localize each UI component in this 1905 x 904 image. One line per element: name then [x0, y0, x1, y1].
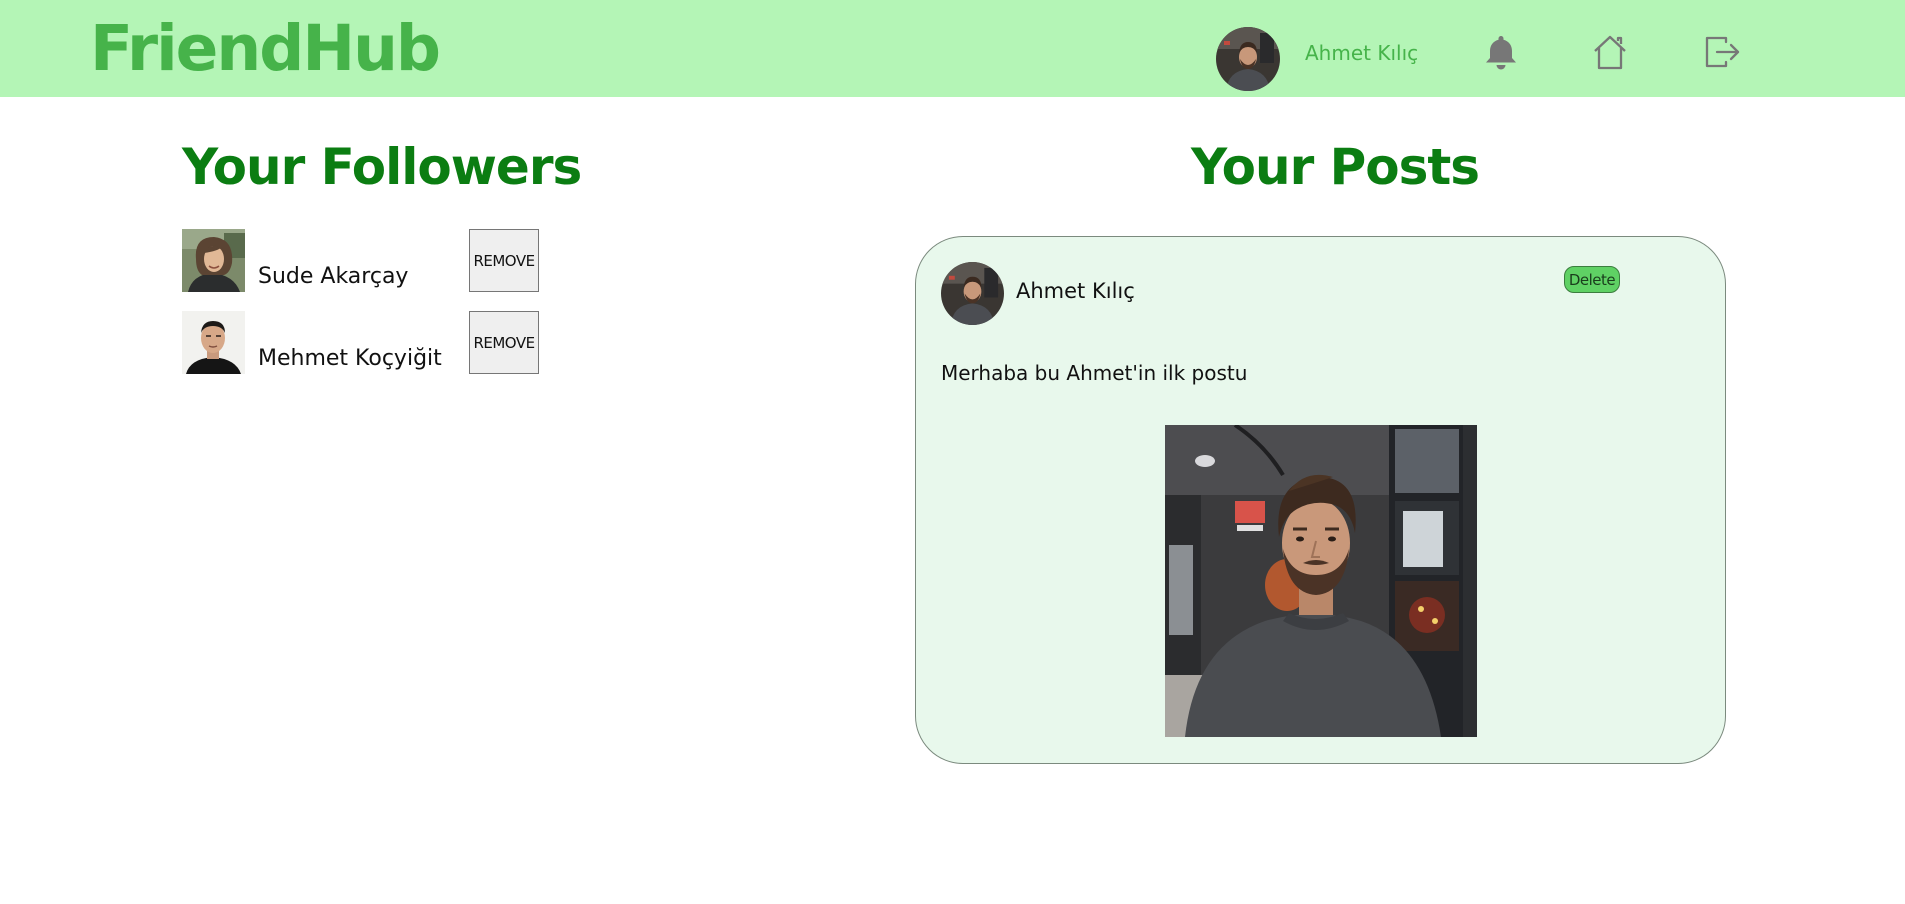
follower-name[interactable]: Sude Akarçay	[258, 263, 408, 291]
remove-follower-button[interactable]: REMOVE	[469, 229, 539, 292]
top-navbar: FriendHub Ahmet Kılıç	[0, 0, 1905, 97]
posts-heading: Your Posts	[1191, 138, 1480, 196]
post-card: Ahmet Kılıç Delete Merhaba bu Ahmet'in i…	[915, 236, 1726, 764]
remove-follower-button[interactable]: REMOVE	[469, 311, 539, 374]
delete-post-button[interactable]: Delete	[1564, 266, 1620, 293]
current-user-name[interactable]: Ahmet Kılıç	[1305, 40, 1418, 67]
user-avatar-photo	[1216, 27, 1280, 91]
bell-icon[interactable]	[1481, 32, 1521, 72]
home-icon[interactable]	[1590, 32, 1630, 72]
user-avatar[interactable]	[1216, 27, 1280, 91]
follower-item: Sude Akarçay REMOVE	[182, 229, 542, 293]
follower-name[interactable]: Mehmet Koçyiğit	[258, 345, 442, 373]
post-image[interactable]	[1165, 425, 1477, 737]
app-logo[interactable]: FriendHub	[90, 6, 441, 91]
post-text: Merhaba bu Ahmet'in ilk postu	[941, 361, 1248, 385]
post-author-avatar[interactable]	[941, 262, 1004, 325]
follower-item: Mehmet Koçyiğit REMOVE	[182, 311, 542, 375]
logout-icon[interactable]	[1702, 32, 1742, 72]
follower-avatar[interactable]	[182, 311, 245, 374]
post-author-name[interactable]: Ahmet Kılıç	[1016, 277, 1135, 305]
follower-avatar[interactable]	[182, 229, 245, 292]
followers-heading: Your Followers	[182, 138, 582, 196]
